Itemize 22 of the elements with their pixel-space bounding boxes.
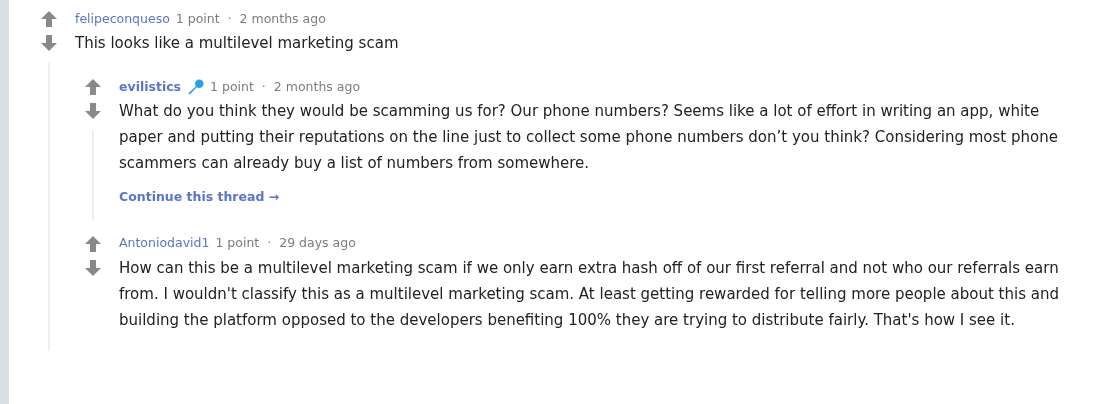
upvote-icon[interactable] [84, 234, 102, 253]
username-link[interactable]: Antoniodavid1 [119, 234, 210, 254]
separator-dot: · [227, 9, 232, 28]
score-text: 1 point [175, 9, 220, 28]
upvote-icon[interactable] [40, 10, 58, 28]
continue-thread-link[interactable]: Continue this thread → [119, 188, 280, 207]
separator-dot: · [267, 234, 272, 253]
username-link[interactable]: felipeconqueso [75, 9, 170, 29]
timestamp: 2 months ago [239, 9, 326, 28]
comment-text: How can this be a multilevel marketing scam if we only earn extra hash off of our first referral and not who our referrals earn from. I wouldn't classify this as a multilevel marketing scam. At least getting rewarded for telling more people about this and building the platform opposed to the developers benefiting 100% they are trying to distribute fairly. That's how I see it. [119, 257, 1060, 331]
score-text: 1 point [215, 234, 260, 253]
downvote-icon[interactable] [84, 102, 102, 120]
score-text: 1 point [210, 77, 254, 96]
downvote-icon[interactable] [84, 258, 102, 277]
downvote-icon[interactable] [40, 34, 58, 52]
separator-dot: · [261, 77, 266, 96]
timestamp: 2 months ago [273, 77, 361, 96]
timestamp: 29 days ago [279, 234, 356, 253]
upvote-icon[interactable] [84, 78, 102, 96]
username-link[interactable]: evilistics [119, 77, 182, 97]
comment-text: This looks like a multilevel marketing scam [75, 33, 400, 54]
comment-text: What do you think they would be scamming us for? Our phone numbers? Seems like a lot of effort in writing an app, white paper and putting their reputations on the line just to collect some phone numbers don’t you think? Considering most phone scammers can already buy a list of numbers from somewhere. [119, 101, 1059, 174]
